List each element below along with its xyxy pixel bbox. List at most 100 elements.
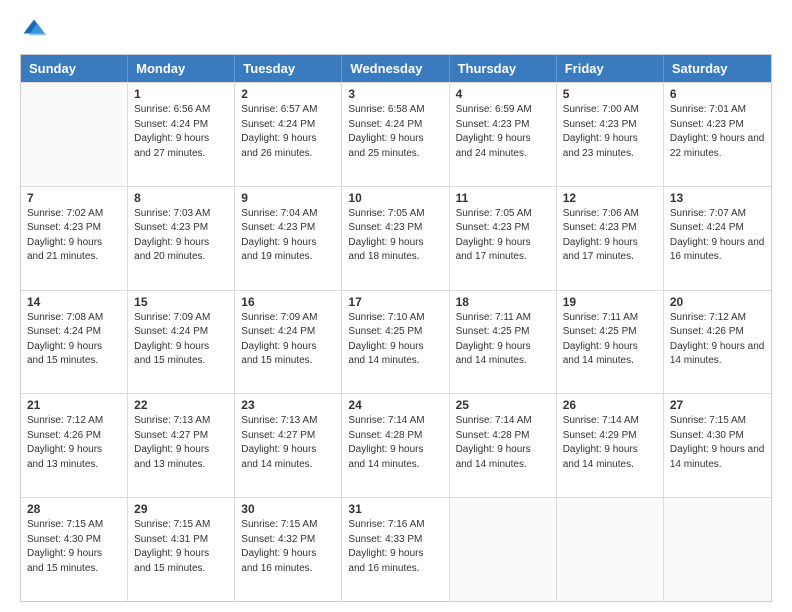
day-number: 26 xyxy=(563,398,657,412)
calendar-row-4: 28Sunrise: 7:15 AMSunset: 4:30 PMDayligh… xyxy=(21,497,771,601)
logo-icon xyxy=(20,16,48,44)
calendar-cell: 2 Sunrise: 6:57 AMSunset: 4:24 PMDaylight… xyxy=(235,83,342,186)
calendar-cell: 22 Sunrise: 7:13 AMSunset: 4:27 PMDayligh… xyxy=(128,394,235,497)
calendar-cell: 1 Sunrise: 6:56 AMSunset: 4:24 PMDaylight… xyxy=(128,83,235,186)
day-number: 8 xyxy=(134,191,228,205)
calendar: SundayMondayTuesdayWednesdayThursdayFrid… xyxy=(20,54,772,602)
calendar-cell: 8 Sunrise: 7:03 AMSunset: 4:23 PMDaylight… xyxy=(128,187,235,290)
calendar-cell: 29 Sunrise: 7:15 AMSunset: 4:31 PMDayligh… xyxy=(128,498,235,601)
cell-info: Sunrise: 7:10 AMSunset: 4:25 PMDaylight:… xyxy=(348,311,442,369)
calendar-cell xyxy=(664,498,771,601)
day-number: 7 xyxy=(27,191,121,205)
header-cell-monday: Monday xyxy=(128,55,235,82)
day-number: 27 xyxy=(670,398,765,412)
header-cell-saturday: Saturday xyxy=(664,55,771,82)
cell-info: Sunrise: 6:58 AMSunset: 4:24 PMDaylight:… xyxy=(348,103,442,161)
cell-info: Sunrise: 7:15 AMSunset: 4:30 PMDaylight:… xyxy=(670,414,765,472)
calendar-cell: 7 Sunrise: 7:02 AMSunset: 4:23 PMDaylight… xyxy=(21,187,128,290)
calendar-cell: 14Sunrise: 7:08 AMSunset: 4:24 PMDayligh… xyxy=(21,291,128,394)
calendar-cell xyxy=(21,83,128,186)
cell-info: Sunrise: 7:15 AMSunset: 4:31 PMDaylight:… xyxy=(134,518,228,576)
header-cell-thursday: Thursday xyxy=(450,55,557,82)
calendar-cell: 3 Sunrise: 6:58 AMSunset: 4:24 PMDaylight… xyxy=(342,83,449,186)
calendar-cell: 17 Sunrise: 7:10 AMSunset: 4:25 PMDayligh… xyxy=(342,291,449,394)
calendar-cell xyxy=(557,498,664,601)
calendar-row-2: 14Sunrise: 7:08 AMSunset: 4:24 PMDayligh… xyxy=(21,290,771,394)
page: SundayMondayTuesdayWednesdayThursdayFrid… xyxy=(0,0,792,612)
calendar-cell: 23Sunrise: 7:13 AMSunset: 4:27 PMDayligh… xyxy=(235,394,342,497)
calendar-cell: 28Sunrise: 7:15 AMSunset: 4:30 PMDayligh… xyxy=(21,498,128,601)
calendar-cell: 16Sunrise: 7:09 AMSunset: 4:24 PMDayligh… xyxy=(235,291,342,394)
cell-info: Sunrise: 7:04 AMSunset: 4:23 PMDaylight:… xyxy=(241,207,335,265)
header-cell-tuesday: Tuesday xyxy=(235,55,342,82)
calendar-cell: 6 Sunrise: 7:01 AMSunset: 4:23 PMDaylight… xyxy=(664,83,771,186)
logo xyxy=(20,16,52,44)
calendar-cell: 24 Sunrise: 7:14 AMSunset: 4:28 PMDayligh… xyxy=(342,394,449,497)
cell-info: Sunrise: 7:16 AMSunset: 4:33 PMDaylight:… xyxy=(348,518,442,576)
cell-info: Sunrise: 7:06 AMSunset: 4:23 PMDaylight:… xyxy=(563,207,657,265)
day-number: 11 xyxy=(456,191,550,205)
calendar-header: SundayMondayTuesdayWednesdayThursdayFrid… xyxy=(21,55,771,82)
day-number: 22 xyxy=(134,398,228,412)
header-cell-sunday: Sunday xyxy=(21,55,128,82)
calendar-cell: 27 Sunrise: 7:15 AMSunset: 4:30 PMDayligh… xyxy=(664,394,771,497)
cell-info: Sunrise: 7:15 AMSunset: 4:32 PMDaylight:… xyxy=(241,518,335,576)
cell-info: Sunrise: 7:00 AMSunset: 4:23 PMDaylight:… xyxy=(563,103,657,161)
cell-info: Sunrise: 7:03 AMSunset: 4:23 PMDaylight:… xyxy=(134,207,228,265)
calendar-row-0: 1 Sunrise: 6:56 AMSunset: 4:24 PMDaylight… xyxy=(21,82,771,186)
calendar-cell: 4Sunrise: 6:59 AMSunset: 4:23 PMDaylight… xyxy=(450,83,557,186)
cell-info: Sunrise: 7:05 AMSunset: 4:23 PMDaylight:… xyxy=(456,207,550,265)
cell-info: Sunrise: 6:57 AMSunset: 4:24 PMDaylight:… xyxy=(241,103,335,161)
cell-info: Sunrise: 7:09 AMSunset: 4:24 PMDaylight:… xyxy=(134,311,228,369)
cell-info: Sunrise: 7:14 AMSunset: 4:28 PMDaylight:… xyxy=(348,414,442,472)
cell-info: Sunrise: 7:13 AMSunset: 4:27 PMDaylight:… xyxy=(134,414,228,472)
day-number: 14 xyxy=(27,295,121,309)
calendar-cell: 21 Sunrise: 7:12 AMSunset: 4:26 PMDayligh… xyxy=(21,394,128,497)
cell-info: Sunrise: 7:14 AMSunset: 4:28 PMDaylight:… xyxy=(456,414,550,472)
calendar-body: 1 Sunrise: 6:56 AMSunset: 4:24 PMDaylight… xyxy=(21,82,771,601)
day-number: 9 xyxy=(241,191,335,205)
calendar-row-1: 7 Sunrise: 7:02 AMSunset: 4:23 PMDaylight… xyxy=(21,186,771,290)
calendar-cell: 15Sunrise: 7:09 AMSunset: 4:24 PMDayligh… xyxy=(128,291,235,394)
calendar-cell: 10Sunrise: 7:05 AMSunset: 4:23 PMDayligh… xyxy=(342,187,449,290)
calendar-cell: 31 Sunrise: 7:16 AMSunset: 4:33 PMDayligh… xyxy=(342,498,449,601)
calendar-cell: 13Sunrise: 7:07 AMSunset: 4:24 PMDayligh… xyxy=(664,187,771,290)
calendar-row-3: 21 Sunrise: 7:12 AMSunset: 4:26 PMDayligh… xyxy=(21,393,771,497)
day-number: 18 xyxy=(456,295,550,309)
cell-info: Sunrise: 7:11 AMSunset: 4:25 PMDaylight:… xyxy=(563,311,657,369)
day-number: 2 xyxy=(241,87,335,101)
calendar-cell: 19 Sunrise: 7:11 AMSunset: 4:25 PMDayligh… xyxy=(557,291,664,394)
calendar-cell: 5 Sunrise: 7:00 AMSunset: 4:23 PMDaylight… xyxy=(557,83,664,186)
cell-info: Sunrise: 6:56 AMSunset: 4:24 PMDaylight:… xyxy=(134,103,228,161)
cell-info: Sunrise: 7:12 AMSunset: 4:26 PMDaylight:… xyxy=(27,414,121,472)
calendar-cell: 30 Sunrise: 7:15 AMSunset: 4:32 PMDayligh… xyxy=(235,498,342,601)
day-number: 1 xyxy=(134,87,228,101)
day-number: 21 xyxy=(27,398,121,412)
calendar-cell: 26 Sunrise: 7:14 AMSunset: 4:29 PMDayligh… xyxy=(557,394,664,497)
day-number: 17 xyxy=(348,295,442,309)
day-number: 19 xyxy=(563,295,657,309)
day-number: 20 xyxy=(670,295,765,309)
day-number: 24 xyxy=(348,398,442,412)
day-number: 23 xyxy=(241,398,335,412)
cell-info: Sunrise: 7:01 AMSunset: 4:23 PMDaylight:… xyxy=(670,103,765,161)
day-number: 30 xyxy=(241,502,335,516)
cell-info: Sunrise: 6:59 AMSunset: 4:23 PMDaylight:… xyxy=(456,103,550,161)
cell-info: Sunrise: 7:09 AMSunset: 4:24 PMDaylight:… xyxy=(241,311,335,369)
day-number: 3 xyxy=(348,87,442,101)
cell-info: Sunrise: 7:07 AMSunset: 4:24 PMDaylight:… xyxy=(670,207,765,265)
calendar-cell: 20 Sunrise: 7:12 AMSunset: 4:26 PMDayligh… xyxy=(664,291,771,394)
cell-info: Sunrise: 7:02 AMSunset: 4:23 PMDaylight:… xyxy=(27,207,121,265)
day-number: 10 xyxy=(348,191,442,205)
cell-info: Sunrise: 7:14 AMSunset: 4:29 PMDaylight:… xyxy=(563,414,657,472)
calendar-cell: 12 Sunrise: 7:06 AMSunset: 4:23 PMDayligh… xyxy=(557,187,664,290)
day-number: 5 xyxy=(563,87,657,101)
day-number: 31 xyxy=(348,502,442,516)
cell-info: Sunrise: 7:12 AMSunset: 4:26 PMDaylight:… xyxy=(670,311,765,369)
day-number: 12 xyxy=(563,191,657,205)
day-number: 29 xyxy=(134,502,228,516)
calendar-cell: 11 Sunrise: 7:05 AMSunset: 4:23 PMDayligh… xyxy=(450,187,557,290)
day-number: 6 xyxy=(670,87,765,101)
header xyxy=(20,16,772,44)
cell-info: Sunrise: 7:15 AMSunset: 4:30 PMDaylight:… xyxy=(27,518,121,576)
